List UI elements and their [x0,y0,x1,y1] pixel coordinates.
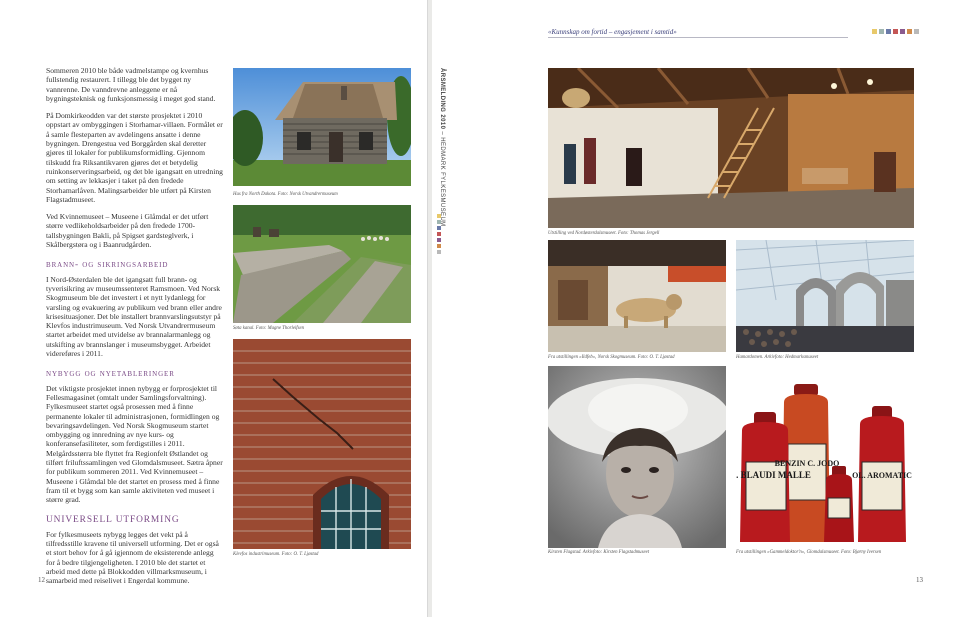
paragraph: På Domkirkeodden var det største prosjek… [46,111,223,204]
photo-brick-wall [233,339,411,549]
photo-hamardomen [736,240,914,352]
spine-label: ÅRSMELDING 2010 – HEDMARK FYLKESMUSEUM [437,68,447,227]
header-color-swatch [900,29,905,34]
header-color-swatch [914,29,919,34]
photo-caption: Søta kanal. Foto: Magne Thorleifsen [233,326,305,331]
spine-label-bold: ÅRSMELDING 2010 [439,68,445,130]
paragraph: Det viktigste prosjektet innen nybygg er… [46,383,223,505]
running-header: «Kunnskap om fortid – engasjement i samt… [548,28,677,36]
paragraph: Ved Kvinnemuseet – Museene i Glåmdal er … [46,212,209,250]
header-color-swatch [907,29,912,34]
paragraph: I Nord-Østerdalen ble det igangsatt full… [46,274,222,359]
spine-color-swatch [437,238,441,242]
section-heading: Brann- og sikringsarbeid [46,260,169,271]
header-rule [548,37,848,38]
header-color-swatch [879,29,884,34]
header-color-swatch [893,29,898,34]
photo-apothecary-bottles: PIL. BLAUDI MALLE BENZIN C. JODO OL. ARO… [736,366,914,548]
spine-color-swatch [437,226,441,230]
photo-caption: Fra utstillingen «Ildfeb», Norsk Skogmus… [548,355,675,360]
photo-caption: Utstilling ved Nordøsterdalsmuseet. Foto… [548,231,660,236]
bottle-label: OL. AROMATIC [852,471,912,480]
photo-caption: Hamardomen. Arkivfoto: Hedmarksmuseet [736,355,819,360]
bottle-label: BENZIN C. JODO [775,459,840,468]
spine-color-swatch [437,250,441,254]
spine-label-text: ÅRSMELDING 2010 – HEDMARK FYLKESMUSEUM [439,68,445,227]
page-number-left: 12 [38,576,45,584]
spine-color-swatch [437,244,441,248]
section-heading: Nybygg og nyetableringer [46,369,175,380]
photo-caption: Klevfos industrimuseum. Foto: O. T. Ljøs… [233,552,319,557]
paragraph: For fylkesmuseets nybygg legges det vekt… [46,529,219,586]
bottle-label: PIL. BLAUDI MALLE [736,470,811,480]
photo-caption: Hus fra North Dakota. Foto: Norsk Utvand… [233,192,338,197]
spine-color-swatch [437,232,441,236]
body-text-column: Sommeren 2010 ble både vadmelstampe og k… [46,66,224,594]
photo-lynx-exhibit [548,240,726,352]
paragraph: Sommeren 2010 ble både vadmelstampe og k… [46,66,216,103]
photo-caption: Kirsten Flagstad. Arkivfoto: Kirsten Fla… [548,550,650,555]
spine-color-swatch [437,214,441,218]
header-color-swatch [872,29,877,34]
section-heading: Universell utforming [46,515,180,526]
photo-exhibition-hall [548,68,914,228]
photo-caption: Fra utstillingen «Gammeldoktor'n», Glomd… [736,550,882,555]
spine-label-rest: – HEDMARK FYLKESMUSEUM [439,129,445,227]
spine-color-swatch [437,220,441,224]
photo-canal [233,205,411,323]
photo-kirsten-flagstad [548,366,726,548]
photo-log-house [233,68,411,186]
header-color-swatch [886,29,891,34]
page-number-right: 13 [916,576,923,584]
